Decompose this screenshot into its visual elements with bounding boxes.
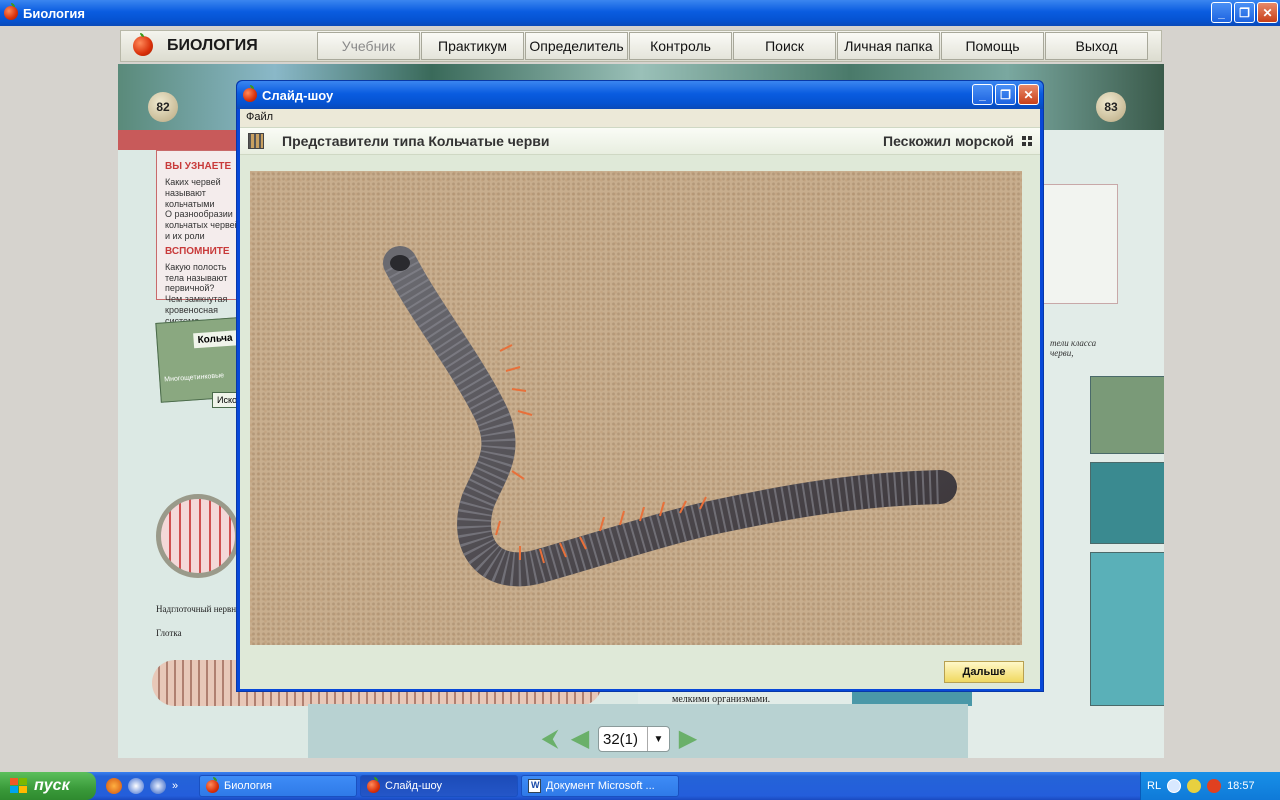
dialog-minimize-button[interactable]: _ (972, 84, 993, 105)
dialog-window-controls: _ ❐ ✕ (972, 84, 1039, 105)
page-navigation: ⮜ ◀ 32(1) ▼ ▶ (538, 726, 700, 752)
apple-icon (243, 85, 257, 102)
apple-icon (367, 776, 380, 793)
page-number-left: 82 (148, 92, 178, 122)
task-document[interactable]: Документ Microsoft ... (521, 775, 679, 797)
slideshow-dialog: Слайд-шоу _ ❐ ✕ Файл Представители типа … (236, 80, 1044, 692)
book-bottom-text: мелкими организмами. (672, 694, 771, 705)
menu-file[interactable]: Файл (246, 111, 273, 123)
collapse-tray-icon[interactable] (1167, 779, 1182, 793)
dialog-menubar: Файл (240, 109, 1040, 127)
page-value: 32(1) (603, 730, 639, 748)
recall-heading: ВСПОМНИТЕ (165, 245, 230, 257)
task-label: Документ Microsoft ... (546, 780, 655, 792)
language-indicator[interactable]: RL (1147, 780, 1161, 792)
red-strip (118, 130, 248, 150)
page-number-right: 83 (1096, 92, 1126, 122)
right-text-2: черви, (1050, 348, 1074, 358)
slide-header: Представители типа Кольчатые черви Песко… (240, 127, 1040, 155)
restore-button[interactable]: ❐ (1234, 2, 1255, 23)
apple-icon (206, 776, 219, 793)
security-icon[interactable] (1187, 779, 1202, 793)
chevron-down-icon[interactable]: ▼ (647, 727, 669, 751)
menu-exit[interactable]: Выход (1045, 32, 1148, 60)
chevron-right-icon[interactable]: » (172, 780, 178, 792)
next-button[interactable]: Дальше (944, 661, 1024, 683)
windows-logo-icon (10, 778, 28, 794)
menu-personal-folder[interactable]: Личная папка (837, 32, 940, 60)
page-selector[interactable]: 32(1) ▼ (598, 726, 670, 752)
apple-logo-icon (133, 33, 153, 56)
alert-icon[interactable] (1207, 779, 1222, 793)
menu-identifier[interactable]: Определитель (525, 32, 628, 60)
right-photo-2 (1090, 462, 1164, 544)
slide-title: Представители типа Кольчатые черви (282, 133, 550, 149)
grid-icon[interactable] (1022, 136, 1032, 146)
learn-item: Каких червей называют кольчатыми (165, 177, 221, 209)
start-label: пуск (34, 777, 70, 794)
apple-icon (4, 3, 18, 20)
menu-textbook[interactable]: Учебник (317, 32, 420, 60)
learn-item: О разнообразии кольчатых червей и их рол… (165, 209, 240, 241)
start-button[interactable]: пуск (0, 772, 96, 800)
film-icon (248, 133, 264, 149)
dialog-titlebar: Слайд-шоу (237, 81, 1043, 109)
recall-item: Какую полость тела называют первичной? (165, 261, 228, 294)
close-button[interactable]: ✕ (1257, 2, 1278, 23)
app-window-title: Биология (23, 5, 85, 21)
clock: 18:57 (1227, 780, 1255, 792)
firefox-icon[interactable] (106, 778, 122, 794)
next-page-icon[interactable]: ▶ (676, 727, 700, 751)
app-logo: БИОЛОГИЯ (121, 33, 317, 56)
task-label: Биология (224, 780, 273, 792)
card-text: Многощетинковые (164, 372, 225, 384)
window-controls: _ ❐ ✕ (1211, 2, 1278, 23)
dialog-body: Файл Представители типа Кольчатые черви … (240, 109, 1040, 689)
magnifier-illustration (156, 494, 240, 578)
learn-heading: ВЫ УЗНАЕТЕ (165, 161, 232, 172)
app-logo-text: БИОЛОГИЯ (167, 37, 258, 54)
slide-image (250, 171, 1022, 645)
lugworm-illustration (383, 246, 957, 587)
word-document-icon (528, 779, 541, 793)
app-window-titlebar: Биология _ ❐ ✕ (0, 0, 1280, 26)
first-page-icon[interactable]: ⮜ (538, 727, 562, 751)
classification-card: Кольча Многощетинковые (155, 317, 243, 403)
menu-control[interactable]: Контроль (629, 32, 732, 60)
card-label: Кольча (193, 330, 241, 349)
system-tray: RL 18:57 (1140, 772, 1280, 800)
right-text-1: тели класса (1050, 338, 1097, 348)
dialog-maximize-button[interactable]: ❐ (995, 84, 1016, 105)
dialog-close-button[interactable]: ✕ (1018, 84, 1039, 105)
taskbar: пуск » Биология Слайд-шоу Документ Micro… (0, 772, 1280, 800)
minimize-button[interactable]: _ (1211, 2, 1232, 23)
task-label: Слайд-шоу (385, 780, 443, 792)
dialog-title: Слайд-шоу (262, 87, 334, 103)
right-photo-1 (1090, 376, 1164, 454)
menu-search[interactable]: Поиск (733, 32, 836, 60)
menu-practicum[interactable]: Практикум (421, 32, 524, 60)
task-slideshow[interactable]: Слайд-шоу (360, 775, 518, 797)
media-player-icon[interactable] (128, 778, 144, 794)
menu-help[interactable]: Помощь (941, 32, 1044, 60)
task-biology[interactable]: Биология (199, 775, 357, 797)
specimen-name: Пескожил морской (883, 133, 1014, 149)
app-menu-bar: БИОЛОГИЯ Учебник Практикум Определитель … (120, 30, 1162, 62)
diagram-label-pharynx: Глотка (156, 628, 182, 638)
right-photo-3 (1090, 552, 1164, 706)
quick-launch: » (106, 778, 196, 794)
slide-content: Дальше (240, 155, 1040, 689)
browser-icon[interactable] (150, 778, 166, 794)
right-info-box (1038, 184, 1118, 304)
prev-page-icon[interactable]: ◀ (568, 727, 592, 751)
